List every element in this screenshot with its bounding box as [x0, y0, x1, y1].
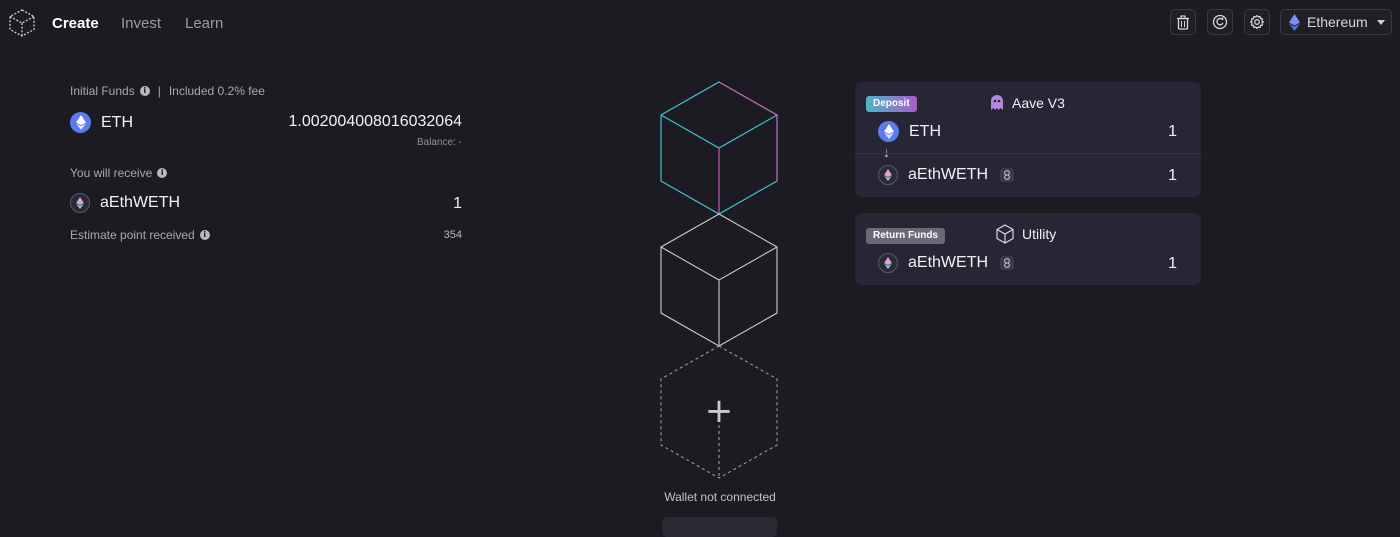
app-logo[interactable] [8, 8, 36, 38]
gear-icon [1249, 14, 1265, 30]
return-funds-card[interactable]: Return Funds Utility aEthWETH 1 [855, 213, 1201, 285]
protocol-utility: Utility [996, 224, 1056, 244]
receive-label: You will receive [70, 166, 153, 180]
info-icon[interactable]: i [199, 230, 210, 240]
input-token-symbol: ETH [101, 113, 133, 131]
eth-token-icon [70, 112, 91, 133]
info-icon[interactable]: i [157, 168, 168, 178]
network-selector[interactable]: Ethereum [1280, 9, 1392, 35]
aethweth-token-icon [878, 253, 898, 273]
protocol-aave: Aave V3 [990, 94, 1065, 111]
initial-funds-header: Initial Funds i | Included 0.2% fee [70, 84, 265, 98]
aethweth-token-icon [878, 165, 898, 185]
chevron-down-icon [1376, 19, 1385, 25]
aethweth-token-icon [70, 193, 90, 213]
receive-header: You will receive i [70, 166, 168, 180]
output-token-symbol: aEthWETH [100, 194, 181, 211]
deposit-card[interactable]: Deposit Aave V3 ETH 1 ↓ aEthWETH 1 [855, 82, 1201, 197]
eth-token-icon [878, 121, 899, 142]
protocol-name: Aave V3 [1012, 94, 1065, 111]
output-amount: 1 [453, 195, 462, 212]
nav-create[interactable]: Create [52, 15, 99, 32]
deposit-in-symbol: ETH [909, 122, 941, 140]
input-amount[interactable]: 1.002004008016032064 [250, 113, 462, 131]
output-token: aEthWETH [70, 193, 180, 213]
return-token: aEthWETH [878, 253, 1015, 273]
link-chip-icon[interactable] [1000, 168, 1015, 182]
deposit-out-symbol: aEthWETH [908, 166, 989, 183]
deposit-out-token: aEthWETH [878, 165, 1015, 185]
deposit-badge: Deposit [866, 96, 917, 112]
settings-button[interactable] [1244, 9, 1270, 35]
protocol-name: Utility [1022, 226, 1057, 242]
points-value: 354 [443, 229, 462, 241]
nav-invest[interactable]: Invest [121, 15, 161, 32]
arrow-down-icon: ↓ [883, 144, 890, 160]
return-token-symbol: aEthWETH [908, 254, 989, 271]
deposit-in-token: ETH [878, 121, 941, 142]
cube-deposit[interactable] [660, 81, 778, 215]
wallet-status: Wallet not connected [664, 490, 776, 504]
deposit-in-amount: 1 [1168, 123, 1177, 140]
fee-text: Included 0.2% fee [168, 84, 265, 98]
deposit-out-amount: 1 [1168, 167, 1177, 184]
trash-button[interactable] [1170, 9, 1196, 35]
return-token-amount: 1 [1168, 255, 1177, 272]
link-chip-icon[interactable] [1000, 256, 1015, 270]
refresh-button[interactable] [1207, 9, 1233, 35]
ethereum-icon [1289, 13, 1300, 31]
utility-cube-icon [996, 224, 1014, 244]
balance-text: Balance: - [416, 137, 462, 148]
return-funds-badge: Return Funds [866, 228, 945, 244]
separator: | [157, 84, 161, 98]
points-label: Estimate point received [70, 228, 195, 242]
trash-icon [1177, 14, 1189, 30]
network-label: Ethereum [1307, 14, 1368, 30]
info-icon[interactable]: i [139, 86, 150, 96]
plus-icon[interactable]: + [704, 394, 734, 428]
connect-wallet-button[interactable] [662, 517, 777, 537]
aave-ghost-icon [991, 95, 1003, 110]
cube-return-funds[interactable] [660, 213, 778, 347]
points-header: Estimate point received i [70, 228, 210, 242]
initial-funds-label: Initial Funds [70, 84, 135, 98]
refresh-icon [1212, 14, 1228, 30]
card-divider [855, 153, 1201, 154]
nav-learn[interactable]: Learn [185, 15, 223, 32]
input-token[interactable]: ETH [70, 112, 133, 133]
